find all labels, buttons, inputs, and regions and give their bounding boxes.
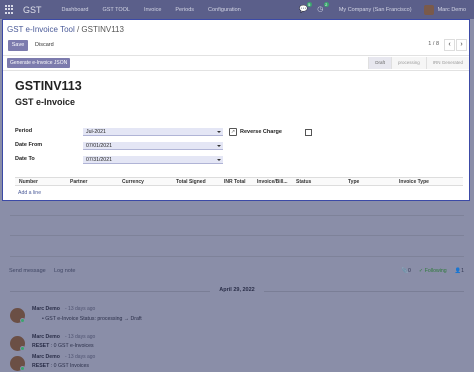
followers-button[interactable]: 👤1 xyxy=(455,268,464,274)
period-label: Period xyxy=(15,128,33,134)
record-name: GSTINV113 xyxy=(15,79,82,93)
chatter-topbar: Send message Log note 📎0 ✓ Following 👤1 xyxy=(0,266,474,278)
send-message-button[interactable]: Send message xyxy=(9,268,46,274)
column-inr-total[interactable]: INR Total xyxy=(224,179,246,185)
record-subtitle: GST e-Invoice xyxy=(15,97,76,107)
date-from-label: Date From xyxy=(15,142,43,148)
menu-configuration[interactable]: Configuration xyxy=(208,7,241,13)
chatter-message: Marc Demo - 13 days ago RESET : 0 GST e-… xyxy=(0,334,474,352)
chat-icon[interactable]: 💬 5 xyxy=(299,2,312,14)
period-select[interactable]: Jul-2021 xyxy=(83,128,223,136)
online-status-icon xyxy=(20,366,25,371)
discard-button[interactable]: Discard xyxy=(32,40,57,51)
pager-next-button[interactable]: › xyxy=(456,39,467,51)
message-author[interactable]: Marc Demo xyxy=(32,334,60,340)
status-step-draft[interactable]: Draft xyxy=(368,57,391,69)
apps-menu-icon[interactable] xyxy=(5,4,15,15)
breadcrumb: GST e-Invoice Tool / GSTINV113 xyxy=(7,25,124,34)
date-to-label: Date To xyxy=(15,156,35,162)
menu-invoice[interactable]: Invoice xyxy=(144,7,161,13)
followers-count: 1 xyxy=(461,268,464,274)
chevron-down-icon xyxy=(217,159,221,161)
status-step-irn-generated[interactable]: IRN Generated xyxy=(425,57,469,69)
following-label: Following xyxy=(424,268,447,274)
message-body: RESET : 0 GST e-Invoices xyxy=(32,343,94,349)
breadcrumb-current: GSTINV113 xyxy=(81,25,124,34)
background-form-lines xyxy=(0,201,474,261)
breadcrumb-parent[interactable]: GST e-Invoice Tool xyxy=(7,25,75,34)
message-time: - 13 days ago xyxy=(65,334,96,340)
message-time: - 13 days ago xyxy=(65,306,96,312)
save-button[interactable]: Save xyxy=(8,40,28,51)
status-bar: Generate e-Invoice JSON Draft processing… xyxy=(3,56,469,71)
status-step-processing[interactable]: processing xyxy=(390,57,426,69)
column-type[interactable]: Type xyxy=(348,179,359,185)
attachments-button[interactable]: 📎0 xyxy=(402,268,411,274)
column-currency[interactable]: Currency xyxy=(122,179,144,185)
generate-json-button[interactable]: Generate e-Invoice JSON xyxy=(7,58,71,68)
attachments-count: 0 xyxy=(408,268,411,274)
log-note-button[interactable]: Log note xyxy=(54,268,75,274)
online-status-icon xyxy=(20,346,25,351)
online-status-icon xyxy=(20,318,25,323)
external-link-icon[interactable]: ↗ xyxy=(229,128,237,136)
chevron-down-icon xyxy=(217,145,221,147)
message-body: RESET : 0 GST Invoices xyxy=(32,363,89,369)
invoice-grid-header: Number Partner Currency Total Signed INR… xyxy=(15,177,463,186)
date-to-value: 07/31/2021 xyxy=(86,157,112,163)
date-to-field[interactable]: 07/31/2021 xyxy=(83,156,223,164)
column-number[interactable]: Number xyxy=(19,179,38,185)
menu-dashboard[interactable]: Dashboard xyxy=(62,7,89,13)
app-brand[interactable]: GST xyxy=(23,5,42,15)
activity-icon[interactable]: ◷ 2 xyxy=(316,2,329,14)
pager-value[interactable]: 1 / 8 xyxy=(428,41,439,47)
chatter-message: Marc Demo - 13 days ago • GST e-Invoice … xyxy=(0,306,474,326)
status-steps: Draft processing IRN Generated xyxy=(368,57,469,69)
add-line-link[interactable]: Add a line xyxy=(18,190,41,196)
date-from-field[interactable]: 07/01/2021 xyxy=(83,142,223,150)
tracking-value: • GST e-Invoice Status: processing → Dra… xyxy=(42,316,142,322)
menu-gst-tool[interactable]: GST TOOL xyxy=(102,7,130,13)
activity-badge: 2 xyxy=(323,2,329,7)
chat-badge: 5 xyxy=(306,2,312,7)
column-invoice-type[interactable]: Invoice Type xyxy=(399,179,429,185)
pager-previous-button[interactable]: ‹ xyxy=(444,39,455,51)
company-switcher[interactable]: My Company (San Francisco) xyxy=(339,7,412,13)
date-separator-label: April 29, 2022 xyxy=(219,287,255,293)
chevron-down-icon xyxy=(217,131,221,133)
message-time: - 13 days ago xyxy=(65,354,96,360)
reverse-charge-checkbox[interactable] xyxy=(305,129,312,136)
form-view: GST e-Invoice Tool / GSTINV113 Save Disc… xyxy=(2,19,470,201)
message-author[interactable]: Marc Demo xyxy=(32,306,60,312)
menu-periods[interactable]: Periods xyxy=(175,7,194,13)
column-partner[interactable]: Partner xyxy=(70,179,88,185)
column-status[interactable]: Status xyxy=(296,179,311,185)
chatter-message: Marc Demo - 13 days ago RESET : 0 GST In… xyxy=(0,354,474,372)
column-invoice-bill[interactable]: Invoice/Bill... xyxy=(257,179,288,185)
period-value: Jul-2021 xyxy=(86,129,106,135)
column-total-signed[interactable]: Total Signed xyxy=(176,179,206,185)
date-separator: April 29, 2022 xyxy=(0,287,474,295)
reverse-charge-label: Reverse Charge xyxy=(240,129,282,135)
date-from-value: 07/01/2021 xyxy=(86,143,112,149)
top-navbar: GST Dashboard GST TOOL Invoice Periods C… xyxy=(0,0,474,19)
user-menu[interactable]: Marc Demo xyxy=(438,7,466,13)
control-panel: GST e-Invoice Tool / GSTINV113 Save Disc… xyxy=(3,20,469,56)
following-button[interactable]: ✓ Following xyxy=(419,268,447,274)
user-avatar[interactable] xyxy=(423,4,434,15)
message-author[interactable]: Marc Demo xyxy=(32,354,60,360)
